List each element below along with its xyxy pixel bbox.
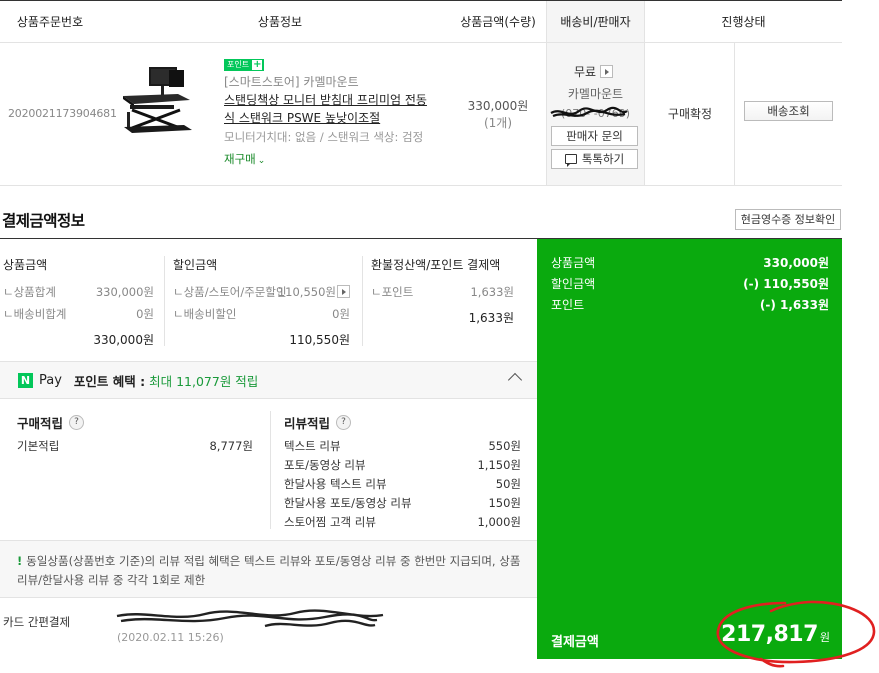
payment-column-divider — [362, 256, 363, 346]
final-amount: 217,817 원 — [721, 622, 830, 647]
review-reward-label: 스토어찜 고객 리뷰 — [284, 515, 376, 529]
review-reward-label: 포토/동영상 리뷰 — [284, 458, 366, 472]
help-icon[interactable]: ? — [69, 415, 85, 430]
shipping-fee: 무료 — [574, 63, 614, 80]
seller-name[interactable]: 카멜마운트 — [546, 85, 645, 102]
rebuy-button[interactable]: 재구매 ⌄ — [224, 151, 265, 167]
summary-value: (-) 1,633원 — [759, 298, 829, 312]
summary-label: 포인트 — [551, 298, 585, 312]
summary-label: 할인금액 — [551, 277, 596, 291]
review-reward-title: 리뷰적립 — [284, 416, 331, 431]
chat-icon — [564, 154, 577, 167]
basic-reward-value: 8,777원 — [209, 439, 253, 453]
discount-detail-arrow-icon[interactable] — [337, 285, 350, 298]
product-amount-total: 330,000원 — [93, 333, 154, 347]
rebuy-label: 재구매 — [224, 152, 256, 166]
npay-logo-icon: N — [18, 372, 33, 388]
header-price-qty: 상품금액(수량) — [460, 15, 536, 29]
product-sum-value: 330,000원 — [95, 285, 154, 299]
benefit-divider — [270, 411, 271, 529]
review-reward-value: 1,150원 — [477, 458, 521, 472]
shipping-fee-label: 무료 — [574, 65, 597, 79]
summary-value: 330,000원 — [763, 256, 829, 270]
review-reward-value: 150원 — [488, 496, 521, 510]
review-reward-value: 550원 — [488, 439, 521, 453]
product-image[interactable] — [118, 60, 198, 140]
payment-date: (2020.02.11 15:26) — [117, 631, 224, 644]
redaction-scribble — [550, 106, 628, 118]
order-status: 구매확정 — [667, 107, 713, 121]
payment-method-divider — [0, 597, 537, 598]
review-reward-label: 한달사용 포토/동영상 리뷰 — [284, 496, 412, 510]
point-badge: 포인트 + — [224, 59, 265, 71]
review-reward-value: 50원 — [495, 477, 521, 491]
plus-icon: + — [252, 59, 263, 70]
purchase-reward-head: 구매적립 ? — [17, 413, 85, 432]
shipping-detail-arrow-icon[interactable] — [600, 65, 614, 78]
purchase-reward-title: 구매적립 — [17, 416, 64, 431]
store-name[interactable]: [스마트스토어] 카멜마운트 — [224, 73, 359, 90]
review-reward-value: 1,000원 — [477, 515, 521, 529]
shipping-discount-label: ㄴ배송비할인 — [173, 307, 237, 321]
npay-pay-word: Pay — [39, 372, 62, 388]
product-option: 모니터거치대: 없음 / 스탠워크 색상: 검정 — [224, 130, 424, 144]
order-number: 2020021173904681 — [8, 107, 117, 120]
header-status: 진행상태 — [721, 15, 766, 29]
payment-column-divider — [164, 256, 165, 346]
summary-value: (-) 110,550원 — [743, 277, 829, 291]
discount-head: 할인금액 — [173, 258, 218, 272]
shipping-sum-value: 0원 — [136, 307, 154, 321]
review-notice-text: 동일상품(상품번호 기준)의 리뷰 적립 혜택은 텍스트 리뷰와 포토/동영상 … — [17, 554, 521, 587]
review-reward-head: 리뷰적립 ? — [284, 413, 352, 432]
store-discount-value: 110,550원 — [277, 285, 336, 299]
refund-point-total: 1,633원 — [468, 311, 514, 325]
npay-benefit-header[interactable]: N Pay 포인트 혜택 : 최대 11,077원 적립 — [18, 372, 259, 389]
track-shipment-button[interactable]: 배송조회 — [744, 101, 833, 121]
help-icon[interactable]: ? — [336, 415, 352, 430]
point-benefit-value: 최대 11,077원 적립 — [149, 373, 259, 389]
point-label: ㄴ포인트 — [371, 285, 414, 299]
summary-label: 상품금액 — [551, 256, 596, 270]
shipping-sum-label: ㄴ배송비합계 — [3, 307, 67, 321]
header-product-info: 상품정보 — [257, 15, 303, 29]
notice-mark: ! — [17, 554, 23, 568]
point-benefit-label: 포인트 혜택 : — [73, 373, 146, 389]
cash-receipt-button[interactable]: 현금영수증 정보확인 — [735, 209, 841, 230]
header-shipping-seller: 배송비/판매자 — [560, 15, 631, 29]
product-amount-head: 상품금액 — [3, 258, 48, 272]
point-value: 1,633원 — [470, 285, 514, 299]
talk-button[interactable]: 톡톡하기 — [551, 149, 638, 169]
chevron-down-icon: ⌄ — [257, 156, 266, 166]
product-sum-label: ㄴ상품합계 — [3, 285, 56, 299]
ask-seller-button[interactable]: 판매자 문의 — [551, 126, 638, 146]
order-table-header: 상품주문번호 상품정보 상품금액(수량) 배송비/판매자 진행상태 — [0, 1, 842, 43]
refund-point-head: 환불정산액/포인트 결제액 — [371, 258, 501, 272]
discount-total: 110,550원 — [289, 333, 350, 347]
basic-reward-label: 기본적립 — [17, 439, 60, 453]
product-title-link[interactable]: 스탠딩책상 모니터 받침대 프리미엄 전동식 스탠워크 PSWE 높낮이조절 — [224, 91, 434, 127]
point-badge-label: 포인트 — [227, 60, 250, 69]
review-notice: ! 동일상품(상품번호 기준)의 리뷰 적립 혜택은 텍스트 리뷰와 포토/동영상… — [17, 552, 527, 590]
redaction-scribble — [116, 609, 384, 628]
payment-section-title: 결제금액정보 — [2, 212, 85, 230]
final-amount-label: 결제금액 — [551, 635, 599, 650]
final-amount-value: 217,817 — [721, 622, 818, 647]
final-amount-unit: 원 — [819, 631, 830, 644]
review-reward-label: 한달사용 텍스트 리뷰 — [284, 477, 387, 491]
review-reward-label: 텍스트 리뷰 — [284, 439, 341, 453]
product-quantity: (1개) — [483, 116, 513, 130]
payment-method: 카드 간편결제 — [3, 615, 71, 629]
product-price: 330,000원 — [467, 99, 529, 113]
talk-label: 톡톡하기 — [581, 152, 625, 166]
header-order-no: 상품주문번호 — [16, 15, 84, 29]
shipping-discount-value: 0원 — [332, 307, 350, 321]
